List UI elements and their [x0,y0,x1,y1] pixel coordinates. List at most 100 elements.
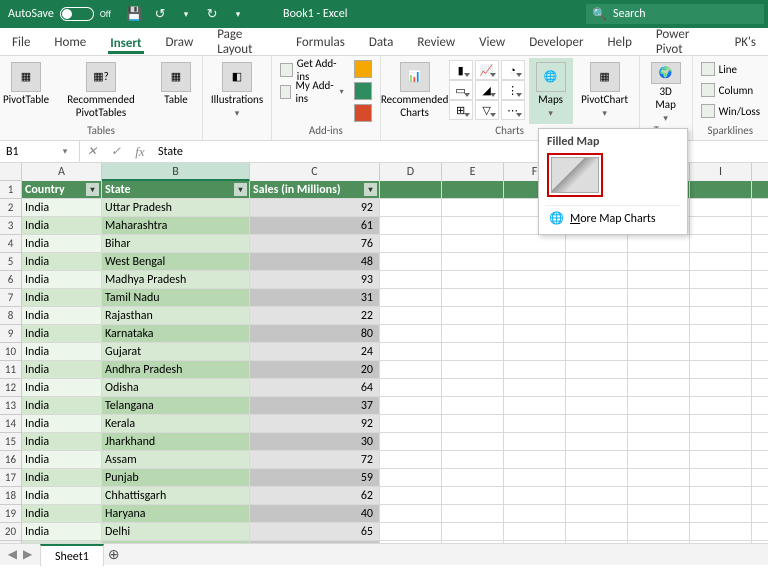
line-chart-dd[interactable]: 📈 [475,60,499,80]
cell[interactable] [504,433,566,451]
bing-icon[interactable] [354,60,372,78]
cell-country[interactable]: India [22,361,102,379]
cell[interactable] [442,379,504,397]
cell[interactable] [628,271,690,289]
cell[interactable] [752,469,768,487]
cell[interactable] [380,217,442,235]
cell-state[interactable]: Gujarat [102,343,250,361]
cell[interactable] [752,361,768,379]
tab-view[interactable]: View [477,31,507,53]
cell-sales[interactable]: 93 [250,271,380,289]
cell-sales[interactable]: 59 [250,469,380,487]
cell[interactable] [442,541,504,543]
cell-state[interactable]: Rajasthan [102,307,250,325]
cell[interactable] [380,325,442,343]
cell[interactable] [566,469,628,487]
cell-state[interactable]: Odisha [102,379,250,397]
row-header[interactable]: 6 [0,271,22,289]
table-header-c[interactable]: Sales (in Millions)▾ [250,181,380,199]
cell[interactable] [690,253,752,271]
funnel-chart-dd[interactable]: ▽ [475,100,499,120]
cell-state[interactable]: Jammu and Kashmir [102,541,250,543]
cell-sales[interactable]: 37 [250,397,380,415]
cell[interactable] [628,379,690,397]
row-header[interactable]: 8 [0,307,22,325]
tab-home[interactable]: Home [52,31,88,53]
pivottable-button[interactable]: ▦ PivotTable [4,58,48,124]
table-header-a[interactable]: Country▾ [22,181,102,199]
cell-sales[interactable]: 92 [250,415,380,433]
more-chart-dd[interactable]: ⋯ [501,100,525,120]
pie-chart-dd[interactable]: ◔ [501,60,525,80]
cell-country[interactable]: India [22,451,102,469]
cell[interactable] [690,307,752,325]
cell[interactable] [504,289,566,307]
cell[interactable] [380,289,442,307]
row-header[interactable]: 1 [0,181,22,199]
cell-country[interactable]: India [22,541,102,543]
cell[interactable] [504,361,566,379]
cell[interactable] [566,451,628,469]
cell[interactable] [380,199,442,217]
cell[interactable] [628,505,690,523]
cell[interactable] [504,397,566,415]
cell-state[interactable]: West Bengal [102,253,250,271]
cell-state[interactable]: Haryana [102,505,250,523]
cell[interactable] [442,433,504,451]
cell-country[interactable]: India [22,217,102,235]
pivotchart-button[interactable]: ▦ PivotChart ▾ [575,58,635,124]
cell-sales[interactable]: 24 [250,343,380,361]
cell[interactable] [690,181,752,199]
cell[interactable] [690,397,752,415]
cell[interactable] [566,307,628,325]
cell[interactable] [690,289,752,307]
illustrations-button[interactable]: ◧ Illustrations ▾ [207,58,267,124]
cell[interactable] [442,397,504,415]
cell[interactable] [380,181,442,199]
name-box[interactable]: B1 ▾ [0,141,80,162]
cell[interactable] [566,253,628,271]
cell[interactable] [566,379,628,397]
cell[interactable] [380,487,442,505]
tab-pagelayout[interactable]: Page Layout [215,23,274,60]
table-header-b[interactable]: State▾ [102,181,250,199]
filter-dropdown-icon[interactable]: ▾ [364,183,377,196]
col-header-E[interactable]: E [442,163,504,181]
tab-draw[interactable]: Draw [164,31,196,53]
cell[interactable] [442,415,504,433]
cell-country[interactable]: India [22,415,102,433]
cell[interactable] [690,379,752,397]
cell[interactable] [380,235,442,253]
col-header-B[interactable]: B [102,163,250,181]
cell[interactable] [628,523,690,541]
cell[interactable] [566,415,628,433]
cell[interactable] [690,199,752,217]
tab-formulas[interactable]: Formulas [294,31,347,53]
cell[interactable] [628,469,690,487]
tab-insert[interactable]: Insert [108,32,143,54]
formula-accept[interactable]: ✓ [104,141,128,162]
cell-country[interactable]: India [22,235,102,253]
cell[interactable] [690,217,752,235]
cell-country[interactable]: India [22,397,102,415]
cell[interactable] [752,523,768,541]
cell-state[interactable]: Tamil Nadu [102,289,250,307]
cell[interactable] [690,487,752,505]
cell-country[interactable]: India [22,523,102,541]
cell-country[interactable]: India [22,289,102,307]
row-header[interactable]: 10 [0,343,22,361]
add-sheet-button[interactable]: ⊕ [104,546,124,563]
cell[interactable] [628,451,690,469]
3d-map-button[interactable]: 🌍 3D Map ▾ [644,58,688,124]
cell[interactable] [752,433,768,451]
cell-country[interactable]: India [22,487,102,505]
cell[interactable] [628,361,690,379]
cell[interactable] [566,541,628,543]
tab-data[interactable]: Data [367,31,396,53]
cell[interactable] [752,181,768,199]
cell[interactable] [628,235,690,253]
redo-dropdown[interactable]: ▾ [229,5,247,23]
cell-state[interactable]: Uttar Pradesh [102,199,250,217]
sparkline-line-button[interactable]: Line [701,60,760,78]
cell[interactable] [690,541,752,543]
